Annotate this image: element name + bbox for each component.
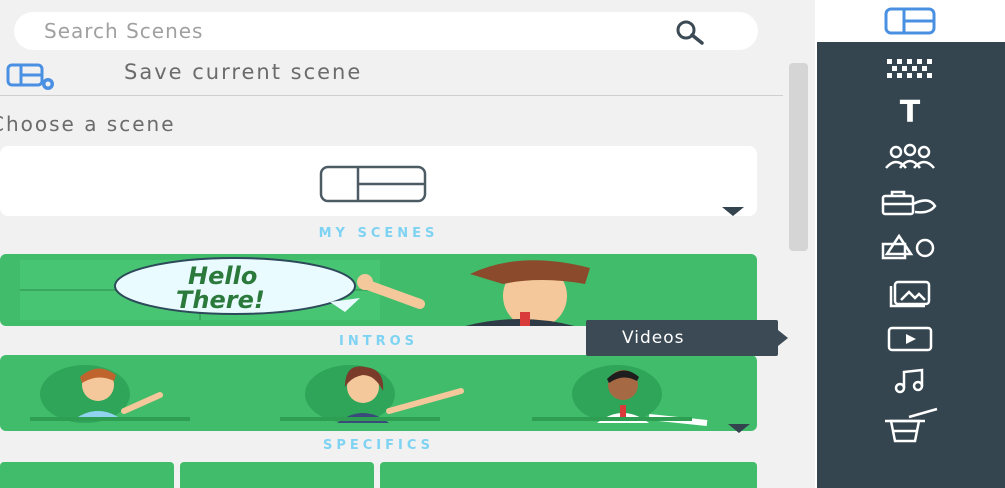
characters-tool[interactable] <box>875 140 945 174</box>
music-tool[interactable] <box>875 364 945 398</box>
intro-thumb[interactable] <box>0 355 248 431</box>
section-specifics: SPECIFICS <box>322 438 434 453</box>
characters-icon <box>885 143 935 169</box>
hello-there-illustration <box>20 257 590 326</box>
text-icon: T <box>899 95 921 130</box>
scenes-panel: Save current scene Choose a scene MY SCE… <box>0 0 815 488</box>
images-tool[interactable] <box>875 275 945 309</box>
search-input[interactable] <box>44 18 644 44</box>
props-icon <box>881 190 937 216</box>
scenes-icon <box>884 7 936 35</box>
scene-card[interactable] <box>0 146 757 216</box>
backgrounds-icon <box>887 59 932 78</box>
search-icon[interactable] <box>666 18 710 46</box>
backgrounds-tool[interactable] <box>875 52 945 86</box>
tooltip-pointer <box>778 330 788 346</box>
scrollbar[interactable] <box>789 63 808 251</box>
props-tool[interactable] <box>875 186 945 220</box>
intros-row <box>0 355 757 431</box>
shapes-icon <box>881 233 935 260</box>
specific-thumb[interactable] <box>380 462 757 488</box>
my-scenes-banner[interactable]: Hello There! <box>0 254 757 326</box>
text-tool[interactable]: T <box>875 96 945 130</box>
save-current-scene-row[interactable]: Save current scene <box>0 56 783 96</box>
search-bar <box>14 12 758 50</box>
specific-thumb[interactable] <box>180 462 374 488</box>
save-current-scene-label: Save current scene <box>124 60 363 84</box>
speech-bubble-text: Hello There! <box>176 262 265 314</box>
shapes-tool[interactable] <box>875 230 945 264</box>
scene-layout-icon <box>319 165 427 203</box>
videos-tool[interactable] <box>875 322 945 356</box>
magic-tool[interactable] <box>875 407 945 443</box>
music-icon <box>894 368 924 394</box>
section-my-scenes: MY SCENES <box>318 226 439 241</box>
intro-thumb[interactable] <box>502 355 757 431</box>
specific-thumb[interactable] <box>0 462 174 488</box>
tool-sidebar: T <box>815 0 1005 488</box>
videos-tooltip: Videos <box>586 320 778 356</box>
intro-thumb[interactable] <box>250 355 500 431</box>
scroll-down-arrow[interactable] <box>722 207 744 216</box>
speech-text-2: There! <box>176 286 265 314</box>
choose-scene-heading: Choose a scene <box>0 112 176 136</box>
specifics-row <box>0 462 757 488</box>
videos-icon <box>887 326 933 352</box>
images-icon <box>889 280 931 308</box>
scenes-tool[interactable] <box>875 4 945 38</box>
scroll-down-arrow-2[interactable] <box>728 424 750 433</box>
magic-hat-icon <box>885 407 938 443</box>
save-scene-icon <box>6 63 54 90</box>
tooltip-label: Videos <box>622 328 685 348</box>
